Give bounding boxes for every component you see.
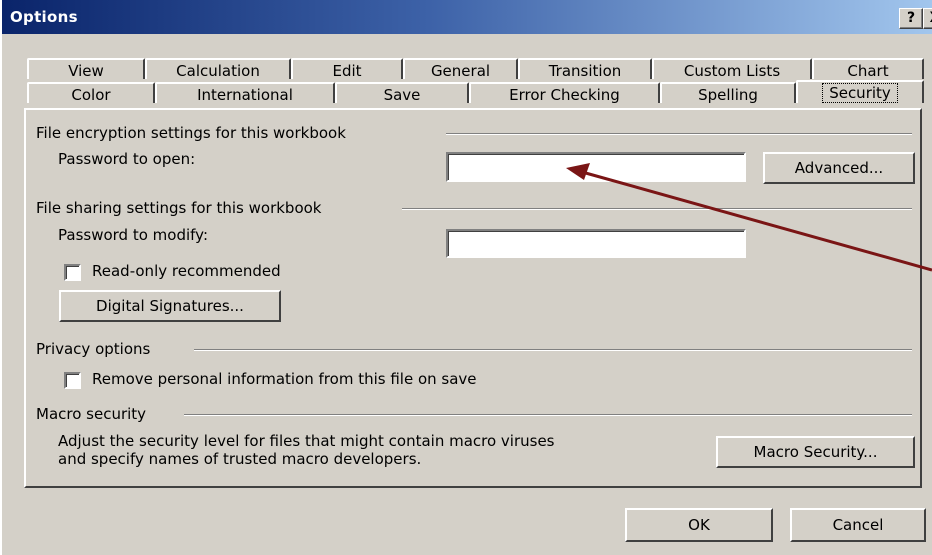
button-label: Digital Signatures... (96, 297, 244, 315)
tab-label: Color (71, 86, 111, 104)
cancel-button[interactable]: Cancel (790, 508, 926, 542)
macro-description-line-1: Adjust the security level for files that… (58, 432, 555, 450)
tab-security[interactable]: Security (796, 80, 924, 103)
tab-label: Security (822, 83, 898, 103)
options-dialog: Options ? X View Calculation Edit Genera… (2, 0, 932, 555)
ok-button[interactable]: OK (625, 508, 773, 542)
title-bar[interactable]: Options ? X (2, 0, 932, 34)
encryption-group-label: File encryption settings for this workbo… (36, 124, 346, 142)
tab-label: Save (383, 86, 421, 104)
tab-label: Chart (847, 62, 889, 80)
tab-calculation[interactable]: Calculation (145, 58, 291, 80)
tab-label: General (430, 62, 491, 80)
window-title: Options (10, 8, 78, 26)
security-tab-panel: File encryption settings for this workbo… (24, 108, 922, 488)
group-divider (446, 133, 912, 135)
remove-info-checkbox[interactable] (64, 372, 81, 389)
readonly-checkbox[interactable] (64, 264, 81, 281)
tab-view[interactable]: View (27, 58, 145, 80)
password-open-label: Password to open: (58, 150, 196, 168)
tab-label: Spelling (698, 86, 758, 104)
macro-group-label: Macro security (36, 405, 147, 423)
digital-signatures-button[interactable]: Digital Signatures... (59, 290, 281, 322)
tab-label: Custom Lists (683, 62, 781, 80)
screenshot-stage: Options ? X View Calculation Edit Genera… (0, 0, 932, 555)
group-divider (194, 349, 912, 351)
privacy-group-label: Privacy options (36, 340, 151, 358)
macro-description-line-2: and specify names of trusted macro devel… (58, 450, 422, 468)
password-modify-label: Password to modify: (58, 226, 208, 244)
tab-edit[interactable]: Edit (291, 58, 403, 80)
group-divider (184, 414, 912, 416)
tab-error-checking[interactable]: Error Checking (469, 82, 660, 104)
advanced-button[interactable]: Advanced... (763, 152, 915, 184)
tab-general[interactable]: General (403, 58, 518, 80)
readonly-label: Read-only recommended (92, 262, 281, 280)
tab-international[interactable]: International (155, 82, 335, 104)
tab-spelling[interactable]: Spelling (660, 82, 796, 104)
group-divider (402, 208, 912, 210)
password-open-input[interactable] (446, 152, 746, 182)
tab-label: Edit (332, 62, 362, 80)
sharing-group-label: File sharing settings for this workbook (36, 199, 322, 217)
tab-label: Transition (548, 62, 622, 80)
macro-security-button[interactable]: Macro Security... (716, 436, 915, 468)
help-button[interactable]: ? (899, 8, 923, 29)
tab-label: International (197, 86, 293, 104)
question-mark-icon: ? (906, 10, 916, 26)
remove-info-label: Remove personal information from this fi… (92, 370, 477, 388)
tab-label: Error Checking (509, 86, 620, 104)
password-modify-input[interactable] (446, 229, 746, 258)
tab-save[interactable]: Save (335, 82, 469, 104)
tab-transition[interactable]: Transition (518, 58, 652, 80)
tab-label: View (68, 62, 104, 80)
tab-color[interactable]: Color (27, 82, 155, 104)
button-label: OK (688, 516, 710, 534)
button-label: Macro Security... (753, 443, 878, 461)
tab-custom-lists[interactable]: Custom Lists (652, 58, 812, 80)
button-label: Cancel (832, 516, 884, 534)
close-button[interactable]: X (923, 8, 932, 29)
tab-label: Calculation (176, 62, 260, 80)
button-label: Advanced... (794, 159, 884, 177)
tab-chart[interactable]: Chart (812, 58, 924, 80)
